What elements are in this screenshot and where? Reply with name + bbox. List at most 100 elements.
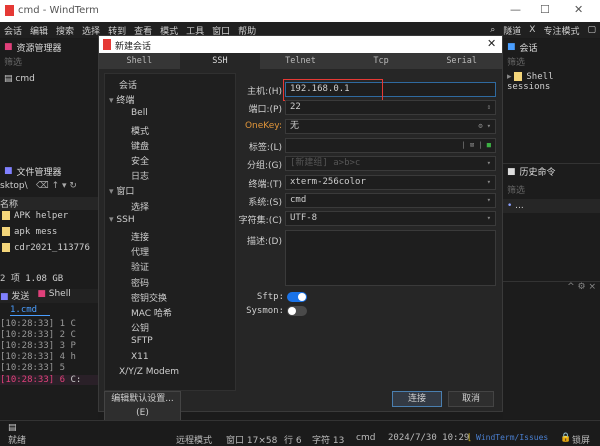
dialog-title-bar: 新建会话 ✕ [99,36,502,53]
onekey-select[interactable]: 无 ⚙ ▾ [285,119,496,134]
tree-item[interactable]: ▾ SSH [109,215,135,225]
charset-select[interactable]: UTF-8 ▾ [285,211,496,226]
tab-send[interactable]: ■ 发送 [0,289,29,303]
left-panel: ■ 资源管理器 筛选 ▤ cmd ■ 文件管理器 sktop\ ⌫ ↑ ▾ ↻ 名称… [0,39,98,419]
sysmon-toggle[interactable] [287,306,307,316]
tree-item-label: 连接 [131,233,150,243]
terminal-icon: ▤ [4,74,16,84]
history-item[interactable]: • ... [503,199,600,213]
tree-item[interactable]: 验证 [131,260,149,273]
status-mode[interactable]: 远程模式 [176,433,212,446]
tag-input[interactable]: | ⊠ | ■ [285,138,496,153]
close-button[interactable]: ✕ [574,3,583,16]
tree-item[interactable]: 密钥交换 [131,291,167,304]
filemanager-header: ■ 文件管理器 [4,166,62,178]
tree-item[interactable]: 会话 [119,78,137,91]
tree-item[interactable]: SFTP [131,336,153,346]
desc-textarea[interactable] [285,230,496,286]
explorer-item[interactable]: ▤ cmd [0,68,98,90]
session-folder[interactable]: ▸ Shell sessions [503,68,600,96]
panel-controls[interactable]: ^ ⚙ × [503,281,600,292]
folder-icon [514,72,523,81]
search-icon[interactable]: ⌕ [490,25,495,35]
x-button[interactable]: X [529,25,535,35]
lock-screen-button[interactable]: 锁屏 [572,433,590,446]
tree-item-label: 安全 [131,157,150,167]
tree-item[interactable]: MAC 哈希 [131,306,172,319]
issues-link[interactable]: WindTerm/Issues [476,433,548,442]
bottom-tabs: ■ 发送 ■ Shell [0,289,98,303]
menu-search[interactable]: 搜索 [56,24,74,37]
new-session-dialog: 新建会话 ✕ Shell SSH Telnet Tcp Serial 会话 ▾ 终… [98,35,503,421]
tree-item[interactable]: 公钥 [131,321,149,334]
status-ready: 就绪 [8,436,27,446]
minimize-button[interactable]: — [510,3,521,16]
tab-telnet[interactable]: Telnet [260,53,341,69]
port-stepper[interactable]: 22 ⇕ [285,100,496,115]
system-select[interactable]: cmd ▾ [285,193,496,208]
tree-item[interactable]: ▾ 终端 [109,93,134,106]
tag-label: 标签:(L) [248,143,282,153]
path-field[interactable]: sktop\ [0,181,28,191]
terminal-select[interactable]: xterm-256color ▾ [285,175,496,190]
settings-tree: 会话 ▾ 终端 Bell 模式键盘安全日志 ▾ 窗口选择 ▾ SSH 连接代理 验证密码密钥交… [104,73,236,391]
onekey-label: OneKey: [244,121,282,131]
status-datetime: 2024/7/30 10:29 [388,433,470,443]
tree-item[interactable]: 连接 [131,230,149,243]
focus-mode-button[interactable]: 专注模式 [543,24,579,37]
tab-ssh[interactable]: SSH [179,53,261,69]
sftp-toggle[interactable] [287,292,307,302]
tree-item[interactable]: 密码 [131,276,149,289]
terminal-tab[interactable]: 1.cmd [10,305,50,316]
tree-item[interactable]: 代理 [131,245,149,258]
tree-item-label: 代理 [131,248,150,259]
tree-item-label: 日志 [131,172,150,183]
tree-item-label: X11 [131,351,149,362]
tree-item-label: 会话 [119,81,138,91]
maximize-button[interactable]: ☐ [540,3,550,16]
tree-item[interactable]: ▾ 窗口 [109,184,134,197]
tree-item[interactable]: 选择 [131,200,149,213]
status-row: 行 6 [284,436,302,446]
menu-edit[interactable]: 编辑 [30,24,48,37]
history-filter[interactable]: 筛选 [503,183,525,196]
terminal-output[interactable]: [10:28:33] 1 C [10:28:33] 2 C [10:28:33]… [0,319,98,419]
desc-label: 描述:(D) [247,237,282,247]
tree-item[interactable]: 键盘 [131,139,149,152]
tab-tcp[interactable]: Tcp [340,53,422,69]
document-icon: ▤ [8,423,17,433]
tree-item[interactable]: X11 [131,352,149,362]
file-item[interactable]: apk mess [2,227,57,237]
cancel-button[interactable]: 取消 [448,391,494,407]
file-item[interactable]: APK helper [2,211,68,221]
tunnel-button[interactable]: 隧道 [503,24,521,37]
tree-item[interactable]: 安全 [131,154,149,167]
explorer-filter[interactable]: 筛选 [0,55,98,68]
title-bar: cmd - WindTerm — ☐ ✕ [0,0,600,22]
tree-item[interactable]: X/Y/Z Modem [119,367,179,377]
connect-button[interactable]: 连接 [392,391,442,407]
tree-item[interactable]: Bell [131,108,148,118]
column-header[interactable]: 名称 [0,197,98,210]
status-col: 字符 13 [312,436,345,446]
tab-serial[interactable]: Serial [421,53,502,69]
layout-icon[interactable]: ▢ [587,25,596,35]
menu-session[interactable]: 会话 [4,24,22,37]
file-item[interactable]: cdr2021_113776 [2,243,90,253]
dialog-close-button[interactable]: ✕ [487,37,496,50]
tree-item[interactable]: 模式 [131,124,149,137]
tree-item-label: 键盘 [131,141,150,152]
history-title: 历史命令 [519,168,556,178]
tree-item[interactable]: 日志 [131,169,149,182]
explorer-title: 资源管理器 [16,43,62,54]
edit-defaults-button[interactable]: 编辑默认设置...(E) [104,391,181,421]
tab-shell[interactable]: Shell [99,53,180,69]
sessions-filter[interactable]: 筛选 [503,55,600,68]
nav-icons[interactable]: ⌫ ↑ ▾ ↻ [36,181,77,191]
tab-shell[interactable]: ■ Shell [37,289,70,303]
file-summary: 2 项 1.08 GB [0,274,64,284]
dialog-title: 新建会话 [115,42,152,52]
tree-item-label: SSH [116,214,135,225]
group-select[interactable]: [新建组] a>b>c ▾ [285,156,496,171]
app-icon [103,39,111,50]
